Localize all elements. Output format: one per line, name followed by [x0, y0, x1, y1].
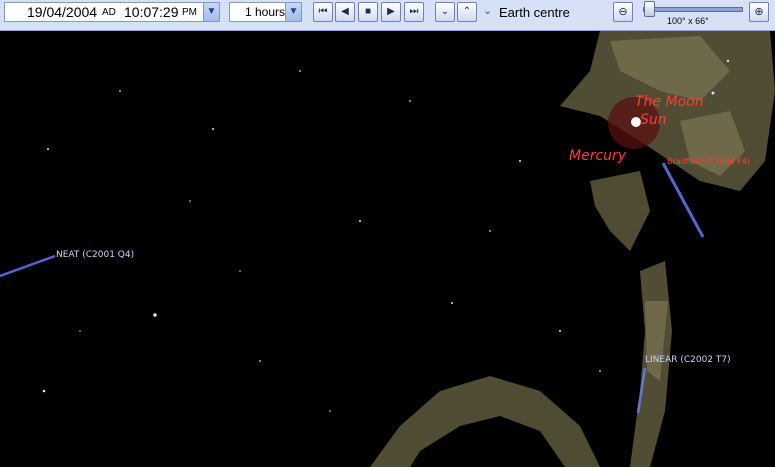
zoom-slider-thumb[interactable] — [643, 1, 655, 17]
chevron-up-button[interactable]: ⌃ — [457, 2, 477, 22]
field-of-view-label: 100° x 66° — [667, 16, 709, 26]
ampm-value: PM — [182, 7, 197, 18]
time-step-value: 1 hours — [245, 5, 286, 19]
sun-label[interactable]: Sun — [640, 112, 667, 128]
step-back-button[interactable]: ⏮ — [313, 2, 333, 22]
chevron-down-icon: ▼ — [206, 6, 217, 17]
step-forward-button[interactable]: ⏭ — [404, 2, 424, 22]
play-icon: ▶ — [387, 6, 395, 17]
era-value: AD — [102, 7, 116, 18]
bradfield-comet-label[interactable]: Bradfield (C2004 F4) — [667, 157, 750, 166]
view-centre-label[interactable]: Earth centre — [499, 5, 570, 20]
datetime-field[interactable]: 19/04/2004 AD 10:07:29 PM ▼ — [4, 2, 220, 22]
date-value: 19/04/2004 — [27, 4, 98, 20]
zoom-in-icon: ⊕ — [754, 6, 764, 18]
play-reverse-button[interactable]: ◀ — [335, 2, 355, 22]
mercury-label[interactable]: Mercury — [569, 148, 626, 164]
step-forward-icon: ⏭ — [409, 6, 419, 17]
time-step-select[interactable]: 1 hours ▼ — [229, 2, 302, 22]
stop-icon: ■ — [364, 6, 372, 17]
sky-view[interactable]: The Moon Sun Mercury Bradfield (C2004 F4… — [0, 31, 775, 467]
zoom-out-button[interactable]: ⊖ — [613, 2, 633, 22]
toolbar: 19/04/2004 AD 10:07:29 PM ▼ 1 hours ▼ ⏮ … — [0, 0, 775, 31]
linear-comet-label[interactable]: LINEAR (C2002 T7) — [645, 355, 731, 365]
time-step-dropdown-button[interactable]: ▼ — [285, 3, 301, 21]
time-value: 10:07:29 — [124, 4, 179, 20]
chevron-down-icon: ▼ — [288, 6, 299, 17]
play-button[interactable]: ▶ — [381, 2, 401, 22]
datetime-dropdown-button[interactable]: ▼ — [203, 3, 219, 21]
chevron-up-icon: ⌃ — [462, 6, 472, 17]
chevron-down-button[interactable]: ⌄ — [435, 2, 455, 22]
zoom-slider-track[interactable] — [643, 7, 743, 12]
chevron-down-icon: ⌄ — [440, 6, 450, 17]
moon-label[interactable]: The Moon — [635, 94, 704, 110]
play-reverse-icon: ◀ — [341, 6, 349, 17]
neat-comet-label[interactable]: NEAT (C2001 Q4) — [56, 250, 134, 260]
comet-tail-neat — [0, 254, 56, 278]
zoom-in-button[interactable]: ⊕ — [749, 2, 769, 22]
step-back-icon: ⏮ — [318, 6, 328, 17]
milky-way — [370, 31, 775, 467]
centre-dropdown-icon[interactable]: ⌄ — [483, 4, 492, 17]
zoom-out-icon: ⊖ — [618, 6, 628, 18]
stop-button[interactable]: ■ — [358, 2, 378, 22]
